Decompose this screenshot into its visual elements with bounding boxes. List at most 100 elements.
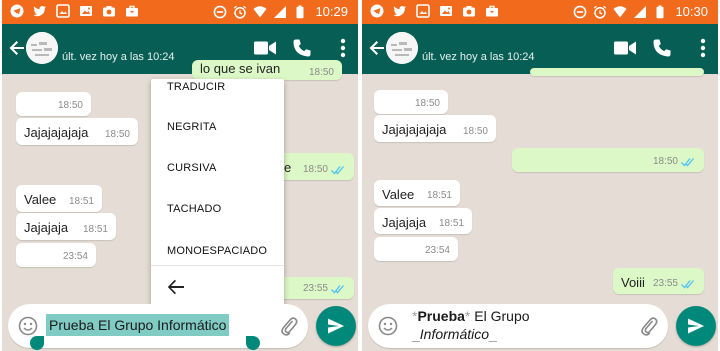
menu-item-strikethrough[interactable]: TACHADO xyxy=(167,203,221,215)
avatar[interactable] xyxy=(386,32,418,64)
send-button[interactable] xyxy=(676,306,716,346)
message-text: Voiii xyxy=(621,275,645,290)
send-button[interactable] xyxy=(316,306,356,346)
bold-text: Prueba xyxy=(417,308,465,324)
message-bubble-outgoing[interactable]: e 18:50 xyxy=(272,153,354,180)
message-bubble-outgoing[interactable]: lo que se ivan 18:50 xyxy=(192,60,342,80)
message-text: Valee xyxy=(382,187,415,202)
message-bubble-incoming[interactable]: 23:54 xyxy=(374,237,458,261)
message-time: 18:50 xyxy=(302,164,328,175)
more-vert-icon[interactable] xyxy=(340,38,346,58)
menu-item-italic[interactable]: CURSIVA xyxy=(167,162,216,174)
camera-icon xyxy=(103,6,115,17)
message-time: 18:51 xyxy=(438,218,464,229)
double-tick-icon xyxy=(681,280,694,289)
message-bubble-incoming[interactable]: 18:50 xyxy=(16,92,91,116)
selection-handle-start[interactable] xyxy=(30,336,44,350)
message-time: 23:55 xyxy=(652,278,678,289)
twitter-icon xyxy=(33,6,46,17)
message-input-bar: *Prueba* El Grupo _Informático_ xyxy=(368,304,668,348)
message-bubble-incoming[interactable]: Jajajajajaja 18:50 xyxy=(16,118,138,145)
message-bubble-outgoing[interactable]: 18:50 xyxy=(512,148,704,172)
message-time: 23:55 xyxy=(302,283,328,294)
twitter-icon xyxy=(393,6,406,17)
message-time: 18:51 xyxy=(426,190,452,201)
image-icon xyxy=(80,6,92,16)
phone-screen-right: 10:30 últ. vez hoy a las 10:24 18:50 Jaj… xyxy=(362,0,718,351)
message-text: Valee xyxy=(24,192,57,207)
message-time: 18:51 xyxy=(82,224,108,235)
attach-icon[interactable] xyxy=(640,315,658,337)
phone-screen-left: 10:29 últ. vez hoy a las 10:24 lo que se… xyxy=(2,0,358,351)
input-line-1: *Prueba* El Grupo xyxy=(412,308,530,324)
message-time: 18:50 xyxy=(57,100,83,111)
last-seen-status: últ. vez hoy a las 10:24 xyxy=(62,51,175,63)
block-icon xyxy=(574,5,587,18)
phone-icon[interactable] xyxy=(292,38,312,58)
message-text: Jajajajajaja xyxy=(24,125,89,140)
italic-marker: _ xyxy=(489,326,497,342)
message-time: 18:51 xyxy=(68,196,94,207)
message-text: Jajajajajaja xyxy=(382,122,447,137)
message-text: Jajajaja xyxy=(382,215,427,230)
input-line-2: _Informático_ xyxy=(412,326,497,342)
more-vert-icon[interactable] xyxy=(700,38,706,58)
phone-icon[interactable] xyxy=(652,38,672,58)
message-bubble-incoming[interactable]: Valee 18:51 xyxy=(374,180,460,206)
message-bubble-incoming[interactable]: Jajajaja 18:51 xyxy=(374,208,472,234)
send-icon xyxy=(688,318,704,334)
telegram-icon xyxy=(10,4,24,18)
avatar[interactable] xyxy=(26,32,58,64)
video-call-icon[interactable] xyxy=(614,40,636,56)
block-icon xyxy=(214,5,227,18)
briefcase-icon xyxy=(486,5,498,17)
message-time: 18:50 xyxy=(308,67,334,78)
status-bar: 10:29 xyxy=(2,0,358,24)
send-icon xyxy=(328,318,344,334)
message-bubble-outgoing[interactable]: Voiii 23:55 xyxy=(613,268,704,294)
message-time: 18:50 xyxy=(104,129,130,140)
emoji-icon[interactable] xyxy=(18,316,38,336)
emoji-icon[interactable] xyxy=(378,316,398,336)
status-bar: 10:30 xyxy=(362,0,718,24)
message-text: Jajajaja xyxy=(24,220,69,235)
back-arrow-icon[interactable] xyxy=(167,279,185,295)
battery-icon xyxy=(296,5,304,18)
alarm-icon xyxy=(234,5,247,19)
menu-divider xyxy=(151,265,284,266)
message-bubble-outgoing[interactable]: i 23:55 xyxy=(272,277,354,299)
message-input-selected-text[interactable]: Prueba El Grupo Informático xyxy=(46,314,230,336)
wifi-icon xyxy=(253,5,267,17)
italic-text: Informático xyxy=(419,326,490,342)
message-bubble-incoming[interactable]: 23:54 xyxy=(16,243,96,267)
menu-item-translate[interactable]: TRADUCIR xyxy=(167,81,225,93)
message-time: 18:50 xyxy=(652,156,678,167)
back-arrow-icon[interactable] xyxy=(6,37,28,59)
gallery-icon xyxy=(56,4,70,18)
message-bubble-incoming[interactable]: 18:50 xyxy=(374,90,448,114)
menu-item-bold[interactable]: NEGRITA xyxy=(167,121,216,133)
message-input-bar: Prueba El Grupo Informático xyxy=(8,304,308,348)
back-arrow-icon[interactable] xyxy=(366,37,388,59)
menu-item-monospace[interactable]: MONOESPACIADO xyxy=(167,245,267,257)
message-time: 18:50 xyxy=(462,126,488,137)
double-tick-icon xyxy=(331,166,344,175)
double-tick-icon xyxy=(331,285,344,294)
message-bubble-incoming[interactable]: Jajajajajaja 18:50 xyxy=(374,115,496,142)
message-bubble-incoming[interactable]: Valee 18:51 xyxy=(16,185,102,212)
message-bubble-incoming[interactable]: Jajajaja 18:51 xyxy=(16,213,116,240)
signal-icon xyxy=(634,5,647,18)
selection-handle-end[interactable] xyxy=(246,336,260,350)
message-time: 23:54 xyxy=(424,245,450,256)
alarm-icon xyxy=(594,5,607,19)
attach-icon[interactable] xyxy=(280,315,298,337)
status-time: 10:30 xyxy=(675,4,708,19)
plain-text: El Grupo xyxy=(470,308,530,324)
gallery-icon xyxy=(416,4,430,18)
text-selection-menu: TRADUCIR NEGRITA CURSIVA TACHADO MONOESP… xyxy=(151,79,284,309)
video-call-icon[interactable] xyxy=(254,40,276,56)
signal-icon xyxy=(274,5,287,18)
image-icon xyxy=(440,6,452,16)
message-bubble-outgoing[interactable] xyxy=(530,68,704,76)
telegram-icon xyxy=(370,4,384,18)
